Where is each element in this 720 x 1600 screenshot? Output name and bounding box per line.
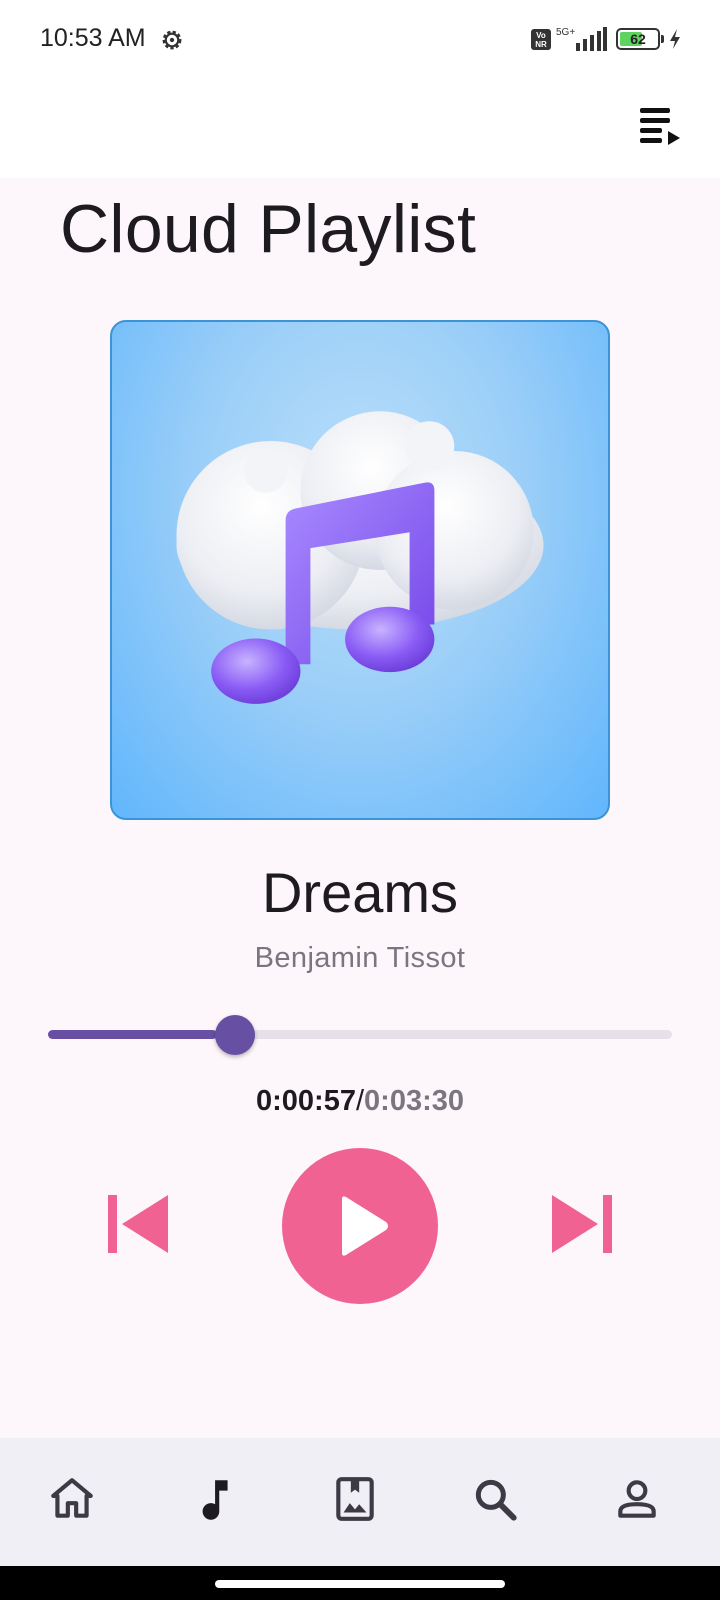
play-icon (342, 1196, 388, 1256)
signal-strength-icon: 5G+ (556, 27, 607, 51)
skip-previous-icon (108, 1195, 168, 1253)
skip-next-icon (552, 1195, 612, 1253)
nav-gallery[interactable] (330, 1474, 380, 1524)
playlist-queue-button[interactable] (640, 104, 692, 156)
song-artist: Benjamin Tissot (254, 942, 466, 974)
cloud-music-note-artwork (176, 411, 544, 704)
app-bar (0, 78, 720, 178)
settings-gear-icon (162, 30, 182, 50)
page-title: Cloud Playlist (60, 191, 477, 267)
music-note-icon (202, 1480, 228, 1520)
slider-thumb[interactable] (215, 1015, 255, 1055)
playback-time: 0:00:57/0:03:30 (0, 1085, 720, 1118)
battery-level: 62 (630, 31, 646, 47)
status-bar: 10:53 AM Vo NR 5G+ 62 (0, 0, 720, 78)
time-separator: / (355, 1085, 365, 1117)
nav-search[interactable] (470, 1474, 520, 1524)
nav-home[interactable] (47, 1474, 97, 1524)
elapsed-time: 0:00:57 (256, 1085, 356, 1117)
search-icon (475, 1479, 517, 1521)
slider-active-track (48, 1030, 217, 1039)
total-duration: 0:03:30 (364, 1085, 464, 1117)
battery-icon: 62 (616, 28, 664, 50)
song-title: Dreams (261, 861, 459, 924)
profile-icon (618, 1480, 656, 1518)
status-time: 10:53 AM (40, 24, 146, 52)
album-artwork (110, 320, 610, 820)
bottom-navigation-bar (0, 1438, 720, 1566)
photo-album-icon (336, 1477, 374, 1521)
playback-progress-slider[interactable] (48, 1015, 672, 1055)
next-track-button[interactable] (550, 1193, 612, 1255)
volte-label: Vo NR (535, 31, 547, 49)
home-icon (51, 1478, 93, 1518)
playlist-play-icon (640, 108, 680, 145)
home-gesture-handle[interactable] (215, 1580, 505, 1588)
nav-profile[interactable] (612, 1474, 662, 1524)
nav-music[interactable] (188, 1474, 238, 1524)
play-button[interactable] (282, 1148, 438, 1304)
previous-track-button[interactable] (108, 1193, 170, 1255)
system-gesture-bar (0, 1566, 720, 1600)
charging-bolt-icon (670, 29, 680, 49)
network-type-label: 5G+ (556, 27, 575, 38)
battery-tip (661, 35, 664, 43)
volte-icon: Vo NR (531, 29, 551, 50)
